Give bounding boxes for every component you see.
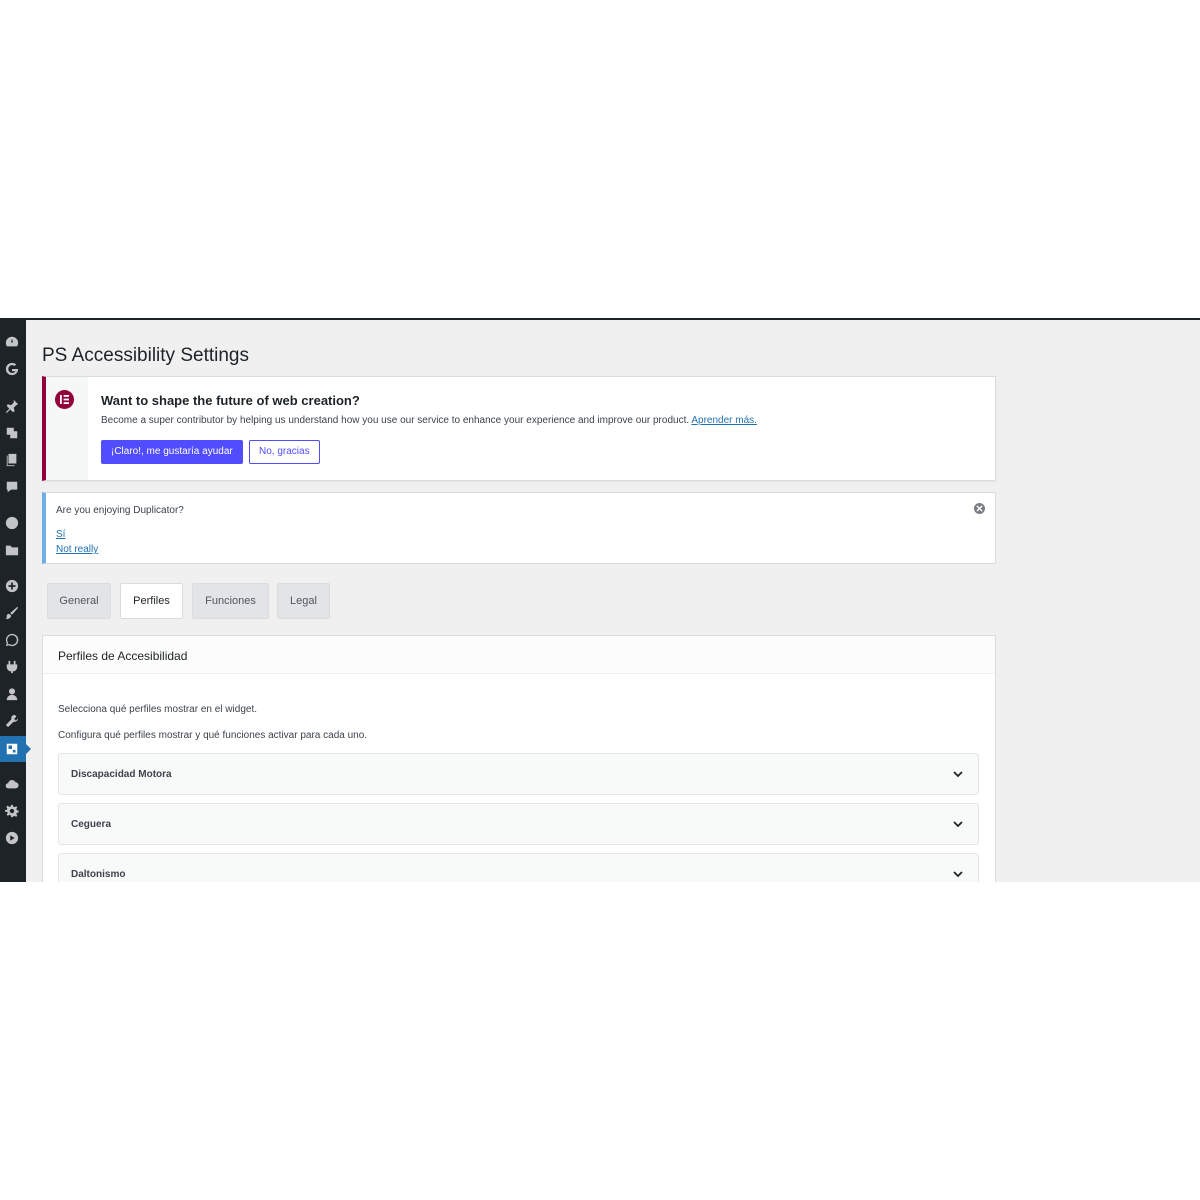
- page-title: PS Accessibility Settings: [42, 345, 249, 366]
- notice-body: Become a super contributor by helping us…: [101, 415, 690, 426]
- profiles-panel: Perfiles de Accesibilidad Selecciona qué…: [42, 635, 996, 882]
- plus-circle-icon[interactable]: [4, 578, 20, 594]
- panel-header: Perfiles de Accesibilidad: [43, 636, 995, 674]
- tab-general[interactable]: General: [47, 583, 111, 619]
- profile-accordion-ceguera[interactable]: Ceguera: [58, 803, 979, 845]
- notice-logo-column: [46, 377, 88, 480]
- dashboard-icon[interactable]: [4, 334, 20, 350]
- notice-title: Want to shape the future of web creation…: [101, 393, 360, 408]
- chevron-down-icon[interactable]: [952, 767, 964, 779]
- pages-icon[interactable]: [4, 452, 20, 468]
- duplicator-question: Are you enjoying Duplicator?: [56, 505, 184, 516]
- g-icon[interactable]: [4, 361, 20, 377]
- profile-label: Ceguera: [71, 819, 112, 830]
- whatsapp-icon[interactable]: [4, 632, 20, 648]
- elementor-logo-icon: [55, 390, 74, 409]
- admin-screen: PS Accessibility Settings Want to shape …: [0, 318, 1200, 882]
- tools-icon[interactable]: [4, 713, 20, 729]
- duplicator-yes-link[interactable]: Sí: [56, 529, 65, 540]
- accept-help-button[interactable]: ¡Claro!, me gustaría ayudar: [101, 440, 243, 464]
- tab-legal[interactable]: Legal: [277, 583, 330, 619]
- panel-title: Perfiles de Accesibilidad: [58, 649, 188, 663]
- play-icon[interactable]: [4, 830, 20, 846]
- chevron-down-icon[interactable]: [952, 817, 964, 829]
- folder-icon[interactable]: [4, 542, 20, 558]
- profile-label: Daltonismo: [71, 869, 126, 880]
- profile-accordion-motora[interactable]: Discapacidad Motora: [58, 753, 979, 795]
- decline-help-button[interactable]: No, gracias: [249, 440, 320, 464]
- panel-description-2: Configura qué perfiles mostrar y qué fun…: [58, 730, 368, 741]
- notice-text: Become a super contributor by helping us…: [101, 415, 757, 426]
- brush-icon[interactable]: [4, 605, 20, 621]
- profile-accordion-daltonismo[interactable]: Daltonismo: [58, 853, 979, 882]
- learn-more-link[interactable]: Aprender más.: [691, 415, 757, 426]
- chevron-down-icon[interactable]: [952, 867, 964, 879]
- users-icon[interactable]: [4, 686, 20, 702]
- settings-icon[interactable]: [4, 803, 20, 819]
- plugins-icon[interactable]: [4, 659, 20, 675]
- panel-description-1: Selecciona qué perfiles mostrar en el wi…: [58, 704, 257, 715]
- duplicator-no-link[interactable]: Not really: [56, 544, 98, 555]
- cloud-icon[interactable]: [4, 776, 20, 792]
- profile-label: Discapacidad Motora: [71, 769, 172, 780]
- tab-funciones[interactable]: Funciones: [192, 583, 269, 619]
- elementor-icon[interactable]: [4, 515, 20, 531]
- pin-icon[interactable]: [4, 398, 20, 414]
- dismiss-close-icon[interactable]: [974, 503, 985, 514]
- accessibility-icon[interactable]: [4, 741, 20, 757]
- comments-icon[interactable]: [4, 479, 20, 495]
- tab-perfiles[interactable]: Perfiles: [120, 583, 183, 619]
- admin-sidebar: [0, 320, 31, 882]
- elementor-notice: Want to shape the future of web creation…: [42, 376, 996, 481]
- duplicator-notice: Are you enjoying Duplicator? Sí Not real…: [42, 492, 996, 564]
- media-icon[interactable]: [4, 425, 20, 441]
